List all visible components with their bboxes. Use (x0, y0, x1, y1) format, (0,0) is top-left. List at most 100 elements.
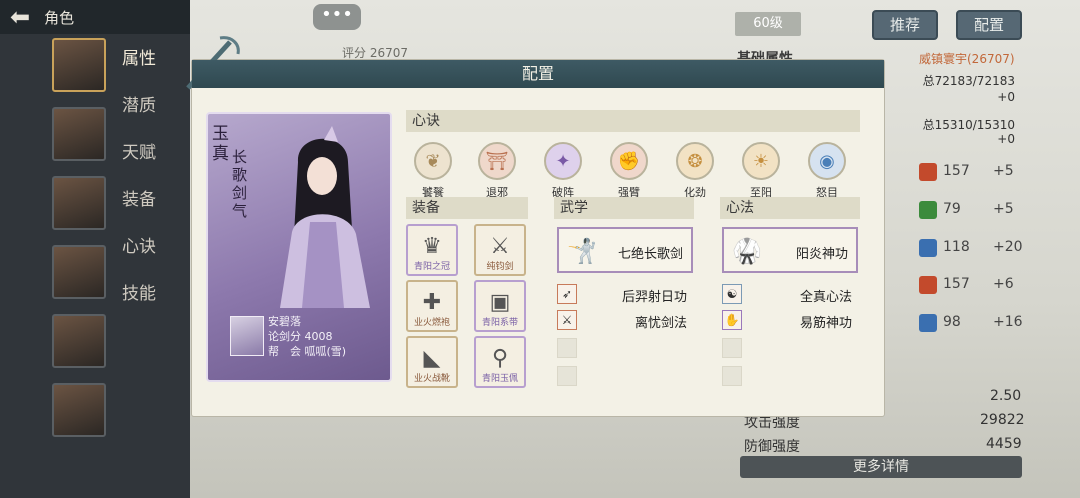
xinjue-item[interactable]: ✦ 破阵 (538, 142, 588, 200)
belt-icon: ▣ (489, 290, 511, 315)
equip-label: 业火燃袍 (413, 318, 450, 328)
config-modal: 配置 玉真 长歌剑气 安碧落 论剑分 4008 帮 会 呱呱(雪) 心诀 ❦ 饕… (186, 36, 884, 416)
portrait-3[interactable] (52, 176, 106, 230)
empty-skill-slot[interactable] (557, 366, 577, 386)
xinfa-sub-skill[interactable]: ☯ 全真心法 (722, 284, 858, 305)
xinfa-sub-label: 全真心法 (799, 290, 852, 305)
xinfa-main-skill[interactable]: 🥋 阳炎神功 (722, 227, 858, 273)
monk-icon: ✋ (722, 310, 742, 330)
equip-slot-belt[interactable]: ▣ 青阳系带 (474, 280, 526, 332)
equip-slot-armor[interactable]: ✚ 业火燃袍 (406, 280, 458, 332)
attr-row: 157 +6 (915, 275, 1035, 297)
xinfa-sub-label: 易筋神功 (799, 316, 852, 331)
tab-skills[interactable]: 技能 (122, 279, 172, 326)
xinjue-item[interactable]: ⛩ 退邪 (472, 142, 522, 200)
tab-attributes[interactable]: 属性 (122, 44, 172, 91)
chat-bubble-icon[interactable]: ••• (313, 4, 361, 30)
meditation-icon: ☯ (722, 284, 742, 304)
attr-plus: +20 (993, 239, 1023, 255)
player-info: 安碧落 论剑分 4008 帮 会 呱呱(雪) (268, 314, 394, 359)
page-title: 角色 (44, 8, 75, 27)
attr-value: 118 (943, 239, 970, 255)
attr-icon (919, 201, 937, 219)
swirl-icon: ❂ (676, 142, 714, 180)
xinjue-item[interactable]: ❦ 饕餮 (408, 142, 458, 200)
portrait-2[interactable] (52, 107, 106, 161)
attr-icon (919, 314, 937, 332)
attr-plus: +5 (993, 163, 1014, 179)
xinjue-item[interactable]: ✊ 强臂 (604, 142, 654, 200)
empty-skill-slot[interactable] (557, 338, 577, 358)
attr-plus: +16 (993, 314, 1023, 330)
character-figure-icon (280, 126, 370, 308)
attr-plus: +5 (993, 201, 1014, 217)
fencer-icon: ⚔ (557, 310, 577, 330)
portrait-6[interactable] (52, 383, 106, 437)
xinfa-sub-skill[interactable]: ✋ 易筋神功 (722, 310, 858, 331)
xinjue-item[interactable]: ❂ 化劲 (670, 142, 720, 200)
equip-slot-boots[interactable]: ◣ 业火战靴 (406, 336, 458, 388)
equip-label: 青阳玉佩 (481, 374, 518, 384)
attr-icon (919, 239, 937, 257)
equip-label: 青阳系带 (481, 318, 518, 328)
xinfa-section-head: 心法 (720, 197, 860, 219)
equip-label: 青阳之冠 (413, 262, 450, 272)
wuxue-main-label: 七绝长歌剑 (617, 247, 683, 262)
xinjue-item[interactable]: ◉ 怒目 (802, 142, 852, 200)
portrait-1[interactable] (52, 38, 106, 92)
tab-talent[interactable]: 天赋 (122, 138, 172, 185)
stat-value: 4459 (986, 436, 1022, 452)
attr-row: 157 +5 (915, 162, 1035, 184)
stat-value: 2.50 (990, 388, 1022, 404)
equip-slot-helmet[interactable]: ♛ 青阳之冠 (406, 224, 458, 276)
fist-icon: ✊ (610, 142, 648, 180)
xinjue-section-head: 心诀 (406, 110, 860, 132)
xinfa-main-label: 阳炎神功 (795, 247, 848, 262)
more-details-button[interactable]: 更多详情 (740, 456, 1022, 478)
stat-value: 29822 (980, 412, 1025, 428)
wuxue-main-skill[interactable]: 🤺 七绝长歌剑 (557, 227, 693, 273)
stat-label: 防御强度 (744, 439, 800, 455)
wuxue-sub-skill[interactable]: ⚔ 离忧剑法 (557, 310, 693, 331)
rival-label: 威镇寰宇(26707) (919, 52, 1015, 66)
tab-xinjue[interactable]: 心诀 (122, 232, 172, 279)
attr-icon (919, 163, 937, 181)
sun-icon: ☀ (742, 142, 780, 180)
back-bar[interactable]: ⬅ 角色 (0, 0, 190, 34)
door-icon: ⛩ (478, 142, 516, 180)
character-title: 长歌剑气 (232, 148, 248, 220)
character-card[interactable]: 玉真 长歌剑气 安碧落 论剑分 4008 帮 会 呱呱(雪) (206, 112, 392, 382)
equip-slot-weapon[interactable]: ⚔ 纯钧剑 (474, 224, 526, 276)
empty-skill-slot[interactable] (722, 366, 742, 386)
wuxue-sub-label: 后羿射日功 (621, 290, 687, 305)
attr-icon (919, 276, 937, 294)
xinjue-item[interactable]: ☀ 至阳 (736, 142, 786, 200)
equip-slot-accessory[interactable]: ⚲ 青阳玉佩 (474, 336, 526, 388)
equip-section-head: 装备 (406, 197, 528, 219)
mp-line: 总15310/15310 (922, 118, 1015, 132)
tab-potential[interactable]: 潜质 (122, 91, 172, 138)
player-score: 论剑分 4008 (268, 330, 333, 343)
vortex-icon: ✦ (544, 142, 582, 180)
back-arrow-icon[interactable]: ⬅ (10, 3, 30, 31)
config-button[interactable]: 配置 (956, 10, 1022, 40)
attr-row: 118 +20 (915, 238, 1035, 260)
jade-pendant-icon: ⚲ (491, 346, 509, 371)
recommend-button[interactable]: 推荐 (872, 10, 938, 40)
portrait-4[interactable] (52, 245, 106, 299)
wuxue-sub-skill[interactable]: ➶ 后羿射日功 (557, 284, 693, 305)
tab-equipment[interactable]: 装备 (122, 185, 172, 232)
wuxue-section-head: 武学 (554, 197, 694, 219)
dragon-icon: ❦ (414, 142, 452, 180)
sword-icon: ⚔ (490, 234, 510, 259)
modal-title: 配置 (192, 60, 884, 88)
robe-icon: ✚ (422, 290, 442, 315)
archer-icon: ➶ (557, 284, 577, 304)
hp-line: 总72183/72183 (922, 74, 1015, 88)
attr-value: 98 (943, 314, 961, 330)
crown-icon: ♛ (422, 234, 442, 259)
empty-skill-slot[interactable] (722, 338, 742, 358)
portrait-5[interactable] (52, 314, 106, 368)
attr-value: 157 (943, 276, 970, 292)
wuxue-sub-label: 离忧剑法 (634, 316, 687, 331)
